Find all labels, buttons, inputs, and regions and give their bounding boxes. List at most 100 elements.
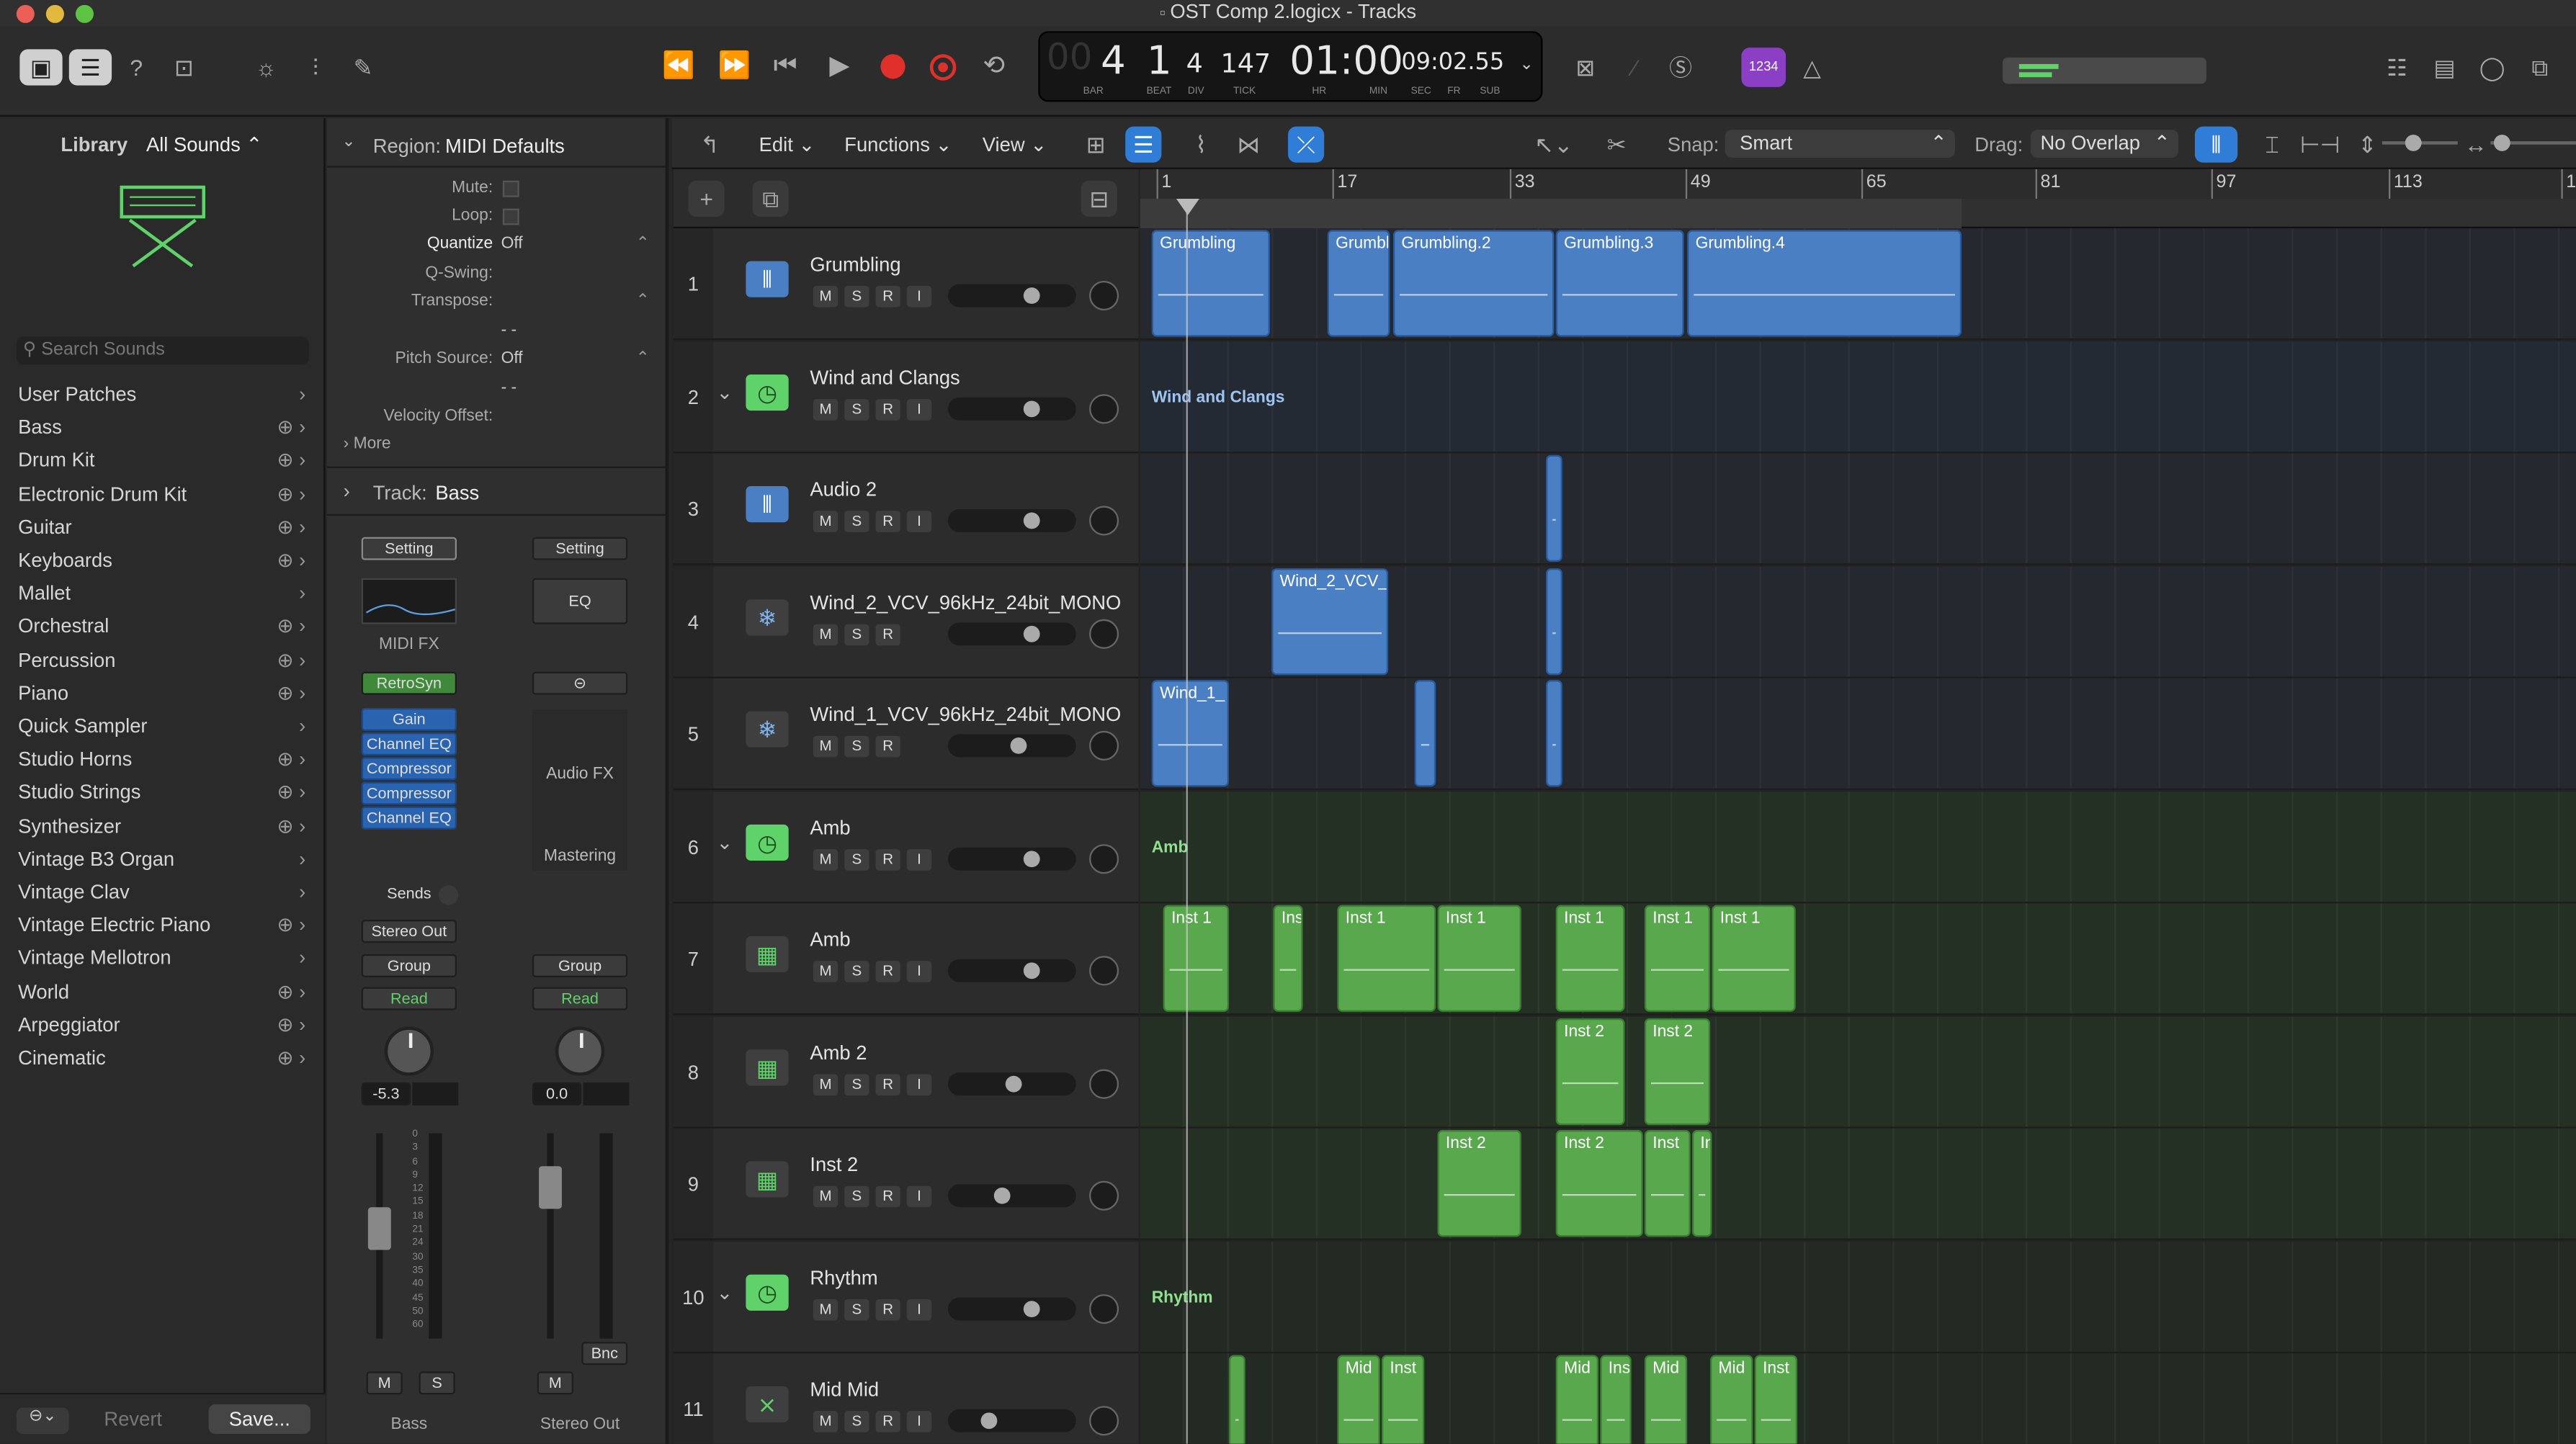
region-parameter[interactable]: Transpose: ⌃ [327,292,666,315]
plugin-slot[interactable]: Channel EQ [361,806,457,830]
instrument-slot[interactable]: RetroSyn [361,671,457,695]
solo-button[interactable]: S [844,511,869,532]
volume-knob[interactable] [1011,737,1028,754]
solo-button[interactable]: S [844,398,869,420]
playhead-handle[interactable] [1176,198,1199,215]
grid-view-icon[interactable]: ⊞ [1078,127,1114,163]
record-enable-button[interactable]: R [875,961,900,982]
input-monitor-button[interactable]: I [906,285,932,308]
midi-region[interactable] [1228,1355,1245,1444]
track-number[interactable]: 2 [674,341,713,453]
pointer-tool-icon[interactable]: ↖⌄ [1534,127,1573,163]
folder-disclosure-icon[interactable]: ⌄ [716,830,733,853]
region-parameter[interactable]: Quantize Off ⌃ [327,235,666,258]
solo-button[interactable]: S [844,1411,869,1432]
volume-knob[interactable] [1024,287,1041,304]
mixer-icon[interactable]: ⫶ [298,49,334,85]
midi-region[interactable]: Inst [1754,1355,1797,1444]
record-enable-button[interactable]: R [875,623,900,645]
midi-region[interactable]: Inst [1381,1355,1425,1444]
region-parameter[interactable]: Q-Swing: [327,264,666,287]
setting-button-2[interactable]: Setting [532,537,628,560]
minimize-window-button[interactable] [45,4,64,23]
audio-region[interactable] [1546,454,1562,562]
midi-region[interactable]: Inst 1 [1555,905,1625,1012]
go-to-beginning-icon[interactable]: ⏮ [767,49,803,85]
record-enable-button[interactable]: R [875,735,900,758]
region-parameter[interactable]: Pitch Source: Off ⌃ [327,350,666,373]
midi-region[interactable]: Inst 1 [1437,905,1521,1012]
notepad-icon[interactable]: ▤ [2426,49,2462,85]
midi-fx-slot[interactable]: MIDI FX [362,636,457,654]
audio-region[interactable]: Grumbl [1327,230,1390,337]
mute-button[interactable]: M [813,511,838,532]
pan-knob-2[interactable] [555,1026,605,1076]
lcd-display[interactable]: 00 4 1 4 147 01:00 09:02.55 BAR BEAT DIV… [1038,31,1543,102]
audio-region[interactable] [1414,680,1436,787]
track-lane[interactable] [1140,1128,2576,1240]
solo-button[interactable]: S [844,285,869,308]
mute-button[interactable]: M [813,848,838,870]
track-number[interactable]: 5 [674,678,713,790]
track-header[interactable]: ⫴ Grumbling M S R I [712,228,1139,341]
region-parameter[interactable]: - - [327,322,666,345]
folder-region-label[interactable]: Rhythm [1152,1288,1213,1306]
loop-browser-icon[interactable]: ◯ [2474,49,2510,85]
fast-forward-icon[interactable]: ⏩ [713,49,756,85]
volume-readout[interactable]: -5.3 [361,1082,411,1106]
revert-button[interactable]: Revert [82,1404,184,1434]
pan-knob[interactable] [384,1026,434,1076]
library-category[interactable]: Piano ⊕ › [0,676,326,709]
volume-readout-2[interactable]: 0.0 [532,1082,582,1106]
pan-knob[interactable] [1089,956,1119,986]
midi-region[interactable]: In [1692,1130,1712,1237]
playhead[interactable] [1186,198,1188,1444]
track-number[interactable]: 11 [674,1353,713,1444]
vertical-zoom-icon[interactable]: ⌶ [2254,127,2290,163]
duplicate-track-icon[interactable]: ⧉ [752,180,789,218]
track-header[interactable]: ⌄ ◷ Wind and Clangs M S R I [712,341,1139,453]
record-enable-button[interactable]: R [875,511,900,532]
midi-region[interactable]: Inst 1 [1644,905,1711,1012]
solo-button[interactable]: S [419,1371,455,1395]
send-knob[interactable] [438,885,459,905]
mute-button[interactable]: M [366,1371,403,1395]
midi-region[interactable]: Inst 2 [1437,1130,1521,1237]
audio-region[interactable]: Grumbling.3 [1555,230,1684,337]
library-category[interactable]: Vintage Mellotron › [0,942,326,975]
waveform-zoom-icon[interactable]: ⫴ [2194,126,2238,163]
library-toggle-icon[interactable]: ▣ [19,49,63,86]
track-lane[interactable] [1140,453,2576,565]
global-tracks-icon[interactable]: ⊟ [1081,180,1117,218]
volume-knob[interactable] [1024,850,1041,867]
track-header[interactable]: ❄ Wind_1_VCV_96kHz_24bit_MONO M S R [712,678,1139,790]
record-enable-button[interactable]: R [875,848,900,870]
cycle-icon[interactable]: ⟲ [976,49,1012,85]
midi-region[interactable]: Mid [1710,1355,1753,1444]
library-category[interactable]: Guitar ⊕ › [0,511,326,544]
volume-knob[interactable] [1004,1075,1021,1092]
library-category[interactable]: Keyboards ⊕ › [0,544,326,577]
track-lane[interactable] [1140,791,2576,903]
close-window-button[interactable] [16,4,35,23]
volume-slider[interactable] [947,1409,1076,1432]
volume-slider[interactable] [947,622,1076,645]
catch-icon[interactable]: ⤫ [1287,126,1325,163]
plugin-slot[interactable]: Gain [361,707,457,731]
help-icon[interactable]: ? [118,49,154,85]
midi-region[interactable]: Mid [1337,1355,1380,1444]
checkbox[interactable] [502,208,519,225]
library-category[interactable]: Percussion ⊕ › [0,643,326,676]
audio-region[interactable]: Grumbling [1151,230,1270,337]
mute-button-2[interactable]: M [537,1371,573,1395]
stepper-icon[interactable]: ⌃ [636,350,650,368]
input-monitor-button[interactable]: I [906,848,932,870]
bar-ruler[interactable]: 1 17 33 49 65 81 97 113 12 [1140,169,2576,199]
drag-select[interactable]: No Overlap ⌃ [2030,130,2179,158]
horizontal-zoom-slider[interactable] [2490,135,2576,151]
library-category[interactable]: Vintage B3 Organ › [0,842,326,875]
eq-slot-2[interactable]: EQ [532,578,628,624]
library-category[interactable]: Arpeggiator ⊕ › [0,1008,326,1041]
library-category[interactable]: Electronic Drum Kit ⊕ › [0,477,326,511]
inspector-toggle-icon[interactable]: ☰ [68,49,112,86]
